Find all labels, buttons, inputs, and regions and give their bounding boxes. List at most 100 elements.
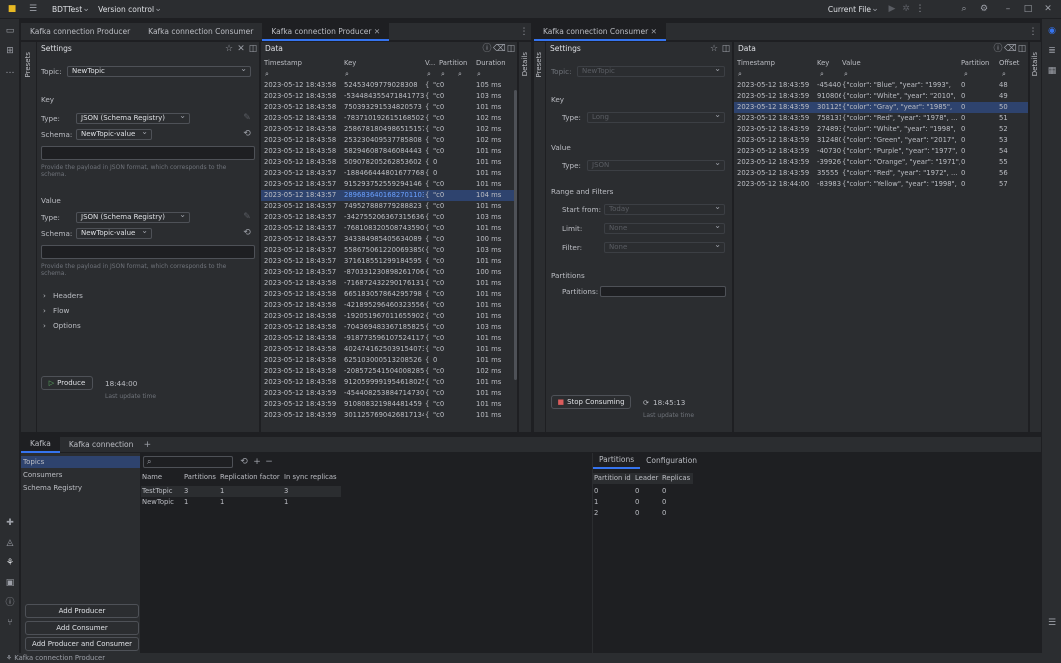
plugins-icon[interactable]: ✚: [0, 517, 20, 529]
add-tab-icon[interactable]: +: [142, 439, 152, 451]
status-text[interactable]: Kafka connection Producer: [14, 654, 105, 662]
table-row[interactable]: 2023-05-12 18:43:58 -7168724322901761310{…: [261, 278, 517, 289]
stop-consuming-button[interactable]: ■ Stop Consuming: [551, 395, 631, 409]
remove-icon[interactable]: −: [263, 456, 275, 468]
column-header[interactable]: Leader: [635, 473, 658, 484]
column-header[interactable]: Partitions: [184, 472, 216, 483]
tab-kafka-consumer-active[interactable]: Kafka connection Consumer ✕: [534, 22, 666, 41]
filter-select[interactable]: None: [604, 240, 725, 253]
filter-search-icon[interactable]: ⌕: [844, 69, 848, 80]
table-row[interactable]: NewTopic 1 1 1: [141, 497, 341, 508]
table-row[interactable]: 2023-05-12 18:43:58 750393291534820573{"c…: [261, 102, 517, 113]
filter-search-icon[interactable]: ⌕: [1002, 69, 1006, 80]
produce-button[interactable]: ▷ Produce: [41, 376, 93, 390]
close-panel-icon[interactable]: ✕: [235, 43, 247, 55]
structure-icon[interactable]: ⊞: [0, 45, 20, 57]
table-row[interactable]: 2023-05-12 18:43:57 343384985405634089{"c…: [261, 234, 517, 245]
problems-icon[interactable]: ⓘ: [0, 597, 20, 609]
add-icon[interactable]: +: [251, 456, 263, 468]
kafka-icon[interactable]: ⚘: [0, 557, 20, 569]
key-type-select[interactable]: JSON (Schema Registry): [76, 111, 190, 124]
info-icon[interactable]: ⓘ: [992, 43, 1004, 55]
table-row[interactable]: 2023-05-12 18:43:58 9120599991954618025{"…: [261, 377, 517, 388]
value-type-select[interactable]: JSON (Schema Registry): [76, 210, 190, 223]
split-icon[interactable]: ◫: [505, 43, 517, 55]
tab-kafka-connection[interactable]: Kafka connection: [60, 437, 143, 453]
column-header[interactable]: Value: [842, 58, 861, 69]
details-label[interactable]: Details: [1031, 52, 1039, 76]
maximize-icon[interactable]: □: [1021, 3, 1035, 15]
table-row[interactable]: 2023-05-12 18:43:59 910806 {"color": "Whit…: [734, 91, 1028, 102]
edit-schema-icon[interactable]: ✎: [242, 112, 252, 124]
table-row[interactable]: 2023-05-12 18:43:58 582946087846084443{"c…: [261, 146, 517, 157]
column-header[interactable]: Duration: [476, 58, 506, 69]
split-icon[interactable]: ◫: [247, 43, 259, 55]
big-data-tools-icon[interactable]: ▦: [1042, 65, 1061, 77]
column-header[interactable]: Timestamp: [264, 58, 302, 69]
table-row[interactable]: 2023-05-12 18:43:58 -7043694833671858250{…: [261, 322, 517, 333]
column-header[interactable]: Offset: [999, 58, 1019, 69]
close-tab-icon[interactable]: ✕: [374, 27, 380, 36]
presets-label[interactable]: Presets: [535, 52, 543, 77]
settings-gear-icon[interactable]: ⚙: [977, 3, 991, 15]
column-header[interactable]: Key: [344, 58, 356, 69]
table-row[interactable]: 2023-05-12 18:43:58 625103000513208526{0 1…: [261, 355, 517, 366]
table-row[interactable]: 2023-05-12 18:43:59 -454408253884714730{"…: [261, 388, 517, 399]
split-icon[interactable]: ◫: [720, 43, 732, 55]
filter-search-icon[interactable]: ⌕: [458, 69, 462, 80]
table-row[interactable]: 2023-05-12 18:43:58 25867818049865151570{…: [261, 124, 517, 135]
star-icon[interactable]: ☆: [223, 43, 235, 55]
table-row[interactable]: 2023-05-12 18:43:57 749527888779288823{"c…: [261, 201, 517, 212]
key-schema-select[interactable]: NewTopic-value: [76, 127, 152, 140]
tabs-more-icon[interactable]: ⋮: [517, 26, 531, 38]
filter-search-icon[interactable]: ⌕: [345, 69, 349, 80]
generate-icon[interactable]: ⟲: [242, 227, 252, 239]
table-row[interactable]: 0 0 0: [593, 486, 693, 497]
table-row[interactable]: 2023-05-12 18:43:58 -9187735961075241178{…: [261, 333, 517, 344]
table-row[interactable]: 1 0 0: [593, 497, 693, 508]
services-icon[interactable]: ◬: [0, 537, 20, 549]
table-row[interactable]: 2023-05-12 18:43:58 -78371019261516850260…: [261, 113, 517, 124]
column-header[interactable]: Timestamp: [737, 58, 775, 69]
run-icon[interactable]: ▶: [885, 3, 899, 15]
delete-icon[interactable]: ⌫: [1004, 43, 1017, 55]
filter-search-icon[interactable]: ⌕: [477, 69, 481, 80]
value-type-select[interactable]: JSON: [587, 158, 725, 171]
partitions-input[interactable]: [600, 286, 726, 297]
debug-icon[interactable]: ✲: [899, 3, 913, 15]
tabs-more-icon[interactable]: ⋮: [1026, 26, 1040, 38]
sidebar-item-consumers[interactable]: Consumers: [21, 469, 140, 481]
table-row[interactable]: 2023-05-12 18:43:58 509078205262853602{0 1…: [261, 157, 517, 168]
column-header[interactable]: Replicas: [662, 473, 690, 484]
table-row[interactable]: 2023-05-12 18:43:59 -45440 {"color": "Blue…: [734, 80, 1028, 91]
sidebar-item-topics[interactable]: Topics: [21, 456, 140, 468]
value-schema-select[interactable]: NewTopic-value: [76, 226, 152, 239]
column-header[interactable]: V...: [425, 58, 435, 69]
table-row[interactable]: 2023-05-12 18:43:57 5586750612200693850{"…: [261, 245, 517, 256]
table-row[interactable]: 2023-05-12 18:43:57 -188466444801677768{0…: [261, 168, 517, 179]
table-row[interactable]: 2023-05-12 18:43:58 665183057864295798{"c…: [261, 289, 517, 300]
table-row[interactable]: 2023-05-12 18:43:59 301125 {"color": "Gray…: [734, 102, 1028, 113]
table-row[interactable]: 2023-05-12 18:43:58 -421895296460323556{"…: [261, 300, 517, 311]
table-row[interactable]: 2023-05-12 18:43:58 -1920519670116559020{…: [261, 311, 517, 322]
key-payload-input[interactable]: [41, 146, 255, 160]
table-row[interactable]: 2023-05-12 18:43:57 371618551299184595{"c…: [261, 256, 517, 267]
column-header[interactable]: Name: [142, 472, 162, 483]
scrollbar[interactable]: [514, 90, 517, 380]
table-row[interactable]: 2023-05-12 18:43:58 -2085725415040082850{…: [261, 366, 517, 377]
table-row[interactable]: 2023-05-12 18:43:59 -39926 {"color": "Oran…: [734, 157, 1028, 168]
table-row[interactable]: 2023-05-12 18:43:58 -5344843554718417731{…: [261, 91, 517, 102]
vcs-selector[interactable]: Version control: [98, 5, 154, 14]
info-icon[interactable]: ⓘ: [481, 43, 493, 55]
tab-configuration[interactable]: Configuration: [640, 453, 703, 469]
limit-select[interactable]: None: [604, 221, 725, 234]
close-window-icon[interactable]: ✕: [1041, 3, 1055, 15]
table-row[interactable]: 2023-05-12 18:43:59 910808321984481459{"c…: [261, 399, 517, 410]
minimize-icon[interactable]: –: [1001, 3, 1015, 15]
filter-search-icon[interactable]: ⌕: [265, 69, 269, 80]
filter-search-icon[interactable]: ⌕: [820, 69, 824, 80]
tab-kafka-producer-1[interactable]: Kafka connection Producer: [21, 23, 139, 41]
notifications-icon[interactable]: ◉: [1042, 25, 1061, 37]
tab-kafka-producer-active[interactable]: Kafka connection Producer ✕: [262, 22, 390, 41]
filter-search-icon[interactable]: ⌕: [427, 69, 431, 80]
